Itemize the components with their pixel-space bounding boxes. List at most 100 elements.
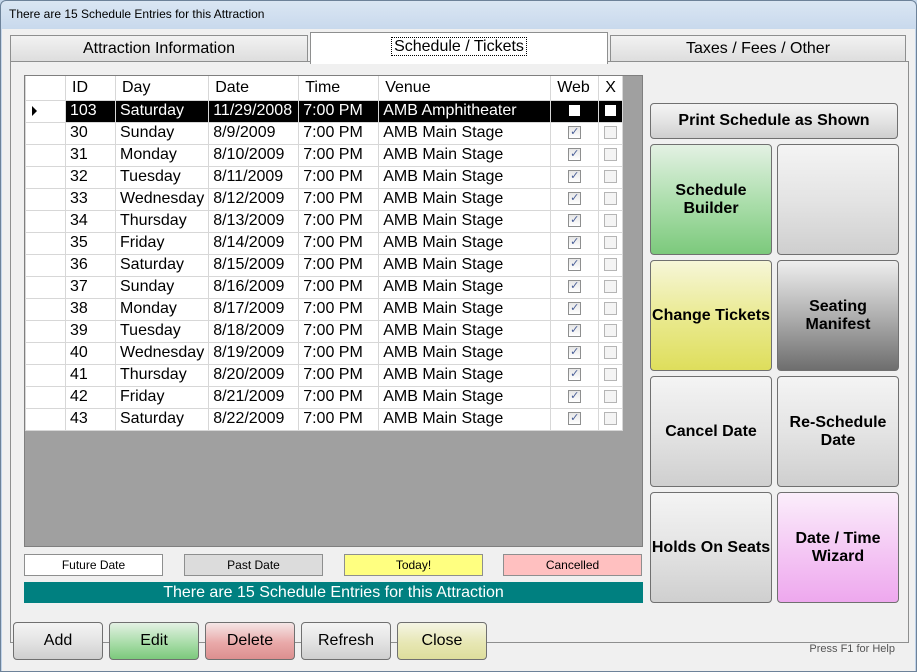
- cell-day[interactable]: Thursday: [114, 209, 210, 233]
- table-row[interactable]: 43 Saturday 8/22/2009 7:00 PM AMB Main Stage…: [25, 407, 624, 431]
- tab-taxes-fees-other[interactable]: Taxes / Fees / Other: [610, 35, 906, 63]
- row-selector[interactable]: [25, 341, 66, 365]
- row-selector[interactable]: [25, 385, 66, 409]
- cell-day[interactable]: Saturday: [114, 99, 210, 123]
- cell-venue[interactable]: AMB Main Stage: [378, 143, 552, 167]
- cell-date[interactable]: 8/22/2009: [208, 407, 300, 431]
- cell-time[interactable]: 7:00 PM: [298, 143, 380, 167]
- cancel-checkbox[interactable]: [604, 412, 618, 426]
- cell-day[interactable]: Saturday: [114, 253, 210, 277]
- column-header-web[interactable]: Web: [550, 76, 600, 101]
- cell-id[interactable]: 34: [65, 209, 116, 233]
- cancel-checkbox[interactable]: [604, 280, 618, 294]
- cell-venue[interactable]: AMB Main Stage: [378, 385, 552, 409]
- seating-manifest-button[interactable]: Seating Manifest: [777, 260, 899, 371]
- cell-date[interactable]: 8/14/2009: [208, 231, 300, 255]
- web-checkbox[interactable]: ✓: [568, 236, 582, 250]
- web-checkbox[interactable]: ✓: [568, 324, 582, 338]
- row-selector[interactable]: [25, 407, 66, 431]
- cancel-checkbox[interactable]: [604, 104, 618, 118]
- web-checkbox[interactable]: ✓: [568, 390, 582, 404]
- refresh-button[interactable]: Refresh: [301, 622, 391, 660]
- cell-day[interactable]: Friday: [114, 385, 210, 409]
- schedule-grid[interactable]: ID Day Date Time Venue Web X 103 Saturday…: [24, 75, 643, 547]
- cell-time[interactable]: 7:00 PM: [298, 99, 380, 123]
- cell-id[interactable]: 35: [65, 231, 116, 255]
- web-checkbox[interactable]: [568, 104, 582, 118]
- cell-id[interactable]: 36: [65, 253, 116, 277]
- cell-time[interactable]: 7:00 PM: [298, 407, 380, 431]
- cell-time[interactable]: 7:00 PM: [298, 165, 380, 189]
- cell-day[interactable]: Thursday: [114, 363, 210, 387]
- cancel-checkbox[interactable]: [604, 236, 618, 250]
- web-checkbox[interactable]: ✓: [568, 126, 582, 140]
- cell-date[interactable]: 11/29/2008: [208, 99, 300, 123]
- change-tickets-button[interactable]: Change Tickets: [650, 260, 772, 371]
- cell-venue[interactable]: AMB Main Stage: [378, 231, 552, 255]
- cancel-checkbox[interactable]: [604, 346, 618, 360]
- delete-button[interactable]: Delete: [205, 622, 295, 660]
- column-header-date[interactable]: Date: [208, 76, 300, 101]
- table-row[interactable]: 41 Thursday 8/20/2009 7:00 PM AMB Main Stage…: [25, 363, 624, 387]
- table-row[interactable]: 31 Monday 8/10/2009 7:00 PM AMB Main Stage ✓: [25, 143, 624, 167]
- title-bar[interactable]: There are 15 Schedule Entries for this A…: [1, 1, 916, 29]
- cancel-checkbox[interactable]: [604, 126, 618, 140]
- table-row[interactable]: 103 Saturday 11/29/2008 7:00 PM AMB Amphithe…: [25, 99, 624, 123]
- cell-date[interactable]: 8/15/2009: [208, 253, 300, 277]
- cell-date[interactable]: 8/18/2009: [208, 319, 300, 343]
- cancel-checkbox[interactable]: [604, 324, 618, 338]
- cell-time[interactable]: 7:00 PM: [298, 253, 380, 277]
- cell-date[interactable]: 8/17/2009: [208, 297, 300, 321]
- web-checkbox[interactable]: ✓: [568, 346, 582, 360]
- cell-day[interactable]: Sunday: [114, 275, 210, 299]
- cell-venue[interactable]: AMB Main Stage: [378, 121, 552, 145]
- cell-time[interactable]: 7:00 PM: [298, 319, 380, 343]
- row-selector[interactable]: [25, 143, 66, 167]
- web-checkbox[interactable]: ✓: [568, 280, 582, 294]
- cell-venue[interactable]: AMB Main Stage: [378, 165, 552, 189]
- cell-id[interactable]: 42: [65, 385, 116, 409]
- cell-time[interactable]: 7:00 PM: [298, 341, 380, 365]
- print-schedule-button[interactable]: Print Schedule as Shown: [650, 103, 898, 139]
- schedule-builder-button[interactable]: Schedule Builder: [650, 144, 772, 255]
- cell-id[interactable]: 40: [65, 341, 116, 365]
- cell-day[interactable]: Monday: [114, 143, 210, 167]
- column-header-id[interactable]: ID: [65, 76, 116, 101]
- blank-button[interactable]: [777, 144, 899, 255]
- cell-venue[interactable]: AMB Main Stage: [378, 253, 552, 277]
- cell-day[interactable]: Friday: [114, 231, 210, 255]
- cell-date[interactable]: 8/19/2009: [208, 341, 300, 365]
- web-checkbox[interactable]: ✓: [568, 148, 582, 162]
- row-selector[interactable]: [25, 319, 66, 343]
- table-row[interactable]: 30 Sunday 8/9/2009 7:00 PM AMB Main Stage ✓: [25, 121, 624, 145]
- row-selector[interactable]: [25, 231, 66, 255]
- table-row[interactable]: 37 Sunday 8/16/2009 7:00 PM AMB Main Stage ✓: [25, 275, 624, 299]
- cancel-checkbox[interactable]: [604, 192, 618, 206]
- row-selector[interactable]: [25, 275, 66, 299]
- tab-schedule-tickets[interactable]: Schedule / Tickets: [310, 32, 608, 64]
- cancel-checkbox[interactable]: [604, 214, 618, 228]
- column-header-venue[interactable]: Venue: [378, 76, 552, 101]
- cell-id[interactable]: 103: [65, 99, 116, 123]
- cell-id[interactable]: 33: [65, 187, 116, 211]
- column-header-day[interactable]: Day: [114, 76, 210, 101]
- cell-day[interactable]: Monday: [114, 297, 210, 321]
- cell-id[interactable]: 41: [65, 363, 116, 387]
- table-row[interactable]: 42 Friday 8/21/2009 7:00 PM AMB Main Stage ✓: [25, 385, 624, 409]
- cell-day[interactable]: Saturday: [114, 407, 210, 431]
- web-checkbox[interactable]: ✓: [568, 192, 582, 206]
- web-checkbox[interactable]: ✓: [568, 412, 582, 426]
- table-row[interactable]: 38 Monday 8/17/2009 7:00 PM AMB Main Stage ✓: [25, 297, 624, 321]
- cell-id[interactable]: 37: [65, 275, 116, 299]
- close-button[interactable]: Close: [397, 622, 487, 660]
- cell-day[interactable]: Sunday: [114, 121, 210, 145]
- cell-venue[interactable]: AMB Main Stage: [378, 319, 552, 343]
- row-selector[interactable]: [25, 363, 66, 387]
- cancel-checkbox[interactable]: [604, 170, 618, 184]
- table-row[interactable]: 35 Friday 8/14/2009 7:00 PM AMB Main Stage ✓: [25, 231, 624, 255]
- cell-id[interactable]: 39: [65, 319, 116, 343]
- cell-date[interactable]: 8/16/2009: [208, 275, 300, 299]
- cell-date[interactable]: 8/21/2009: [208, 385, 300, 409]
- cell-day[interactable]: Tuesday: [114, 319, 210, 343]
- column-header-x[interactable]: X: [598, 76, 624, 101]
